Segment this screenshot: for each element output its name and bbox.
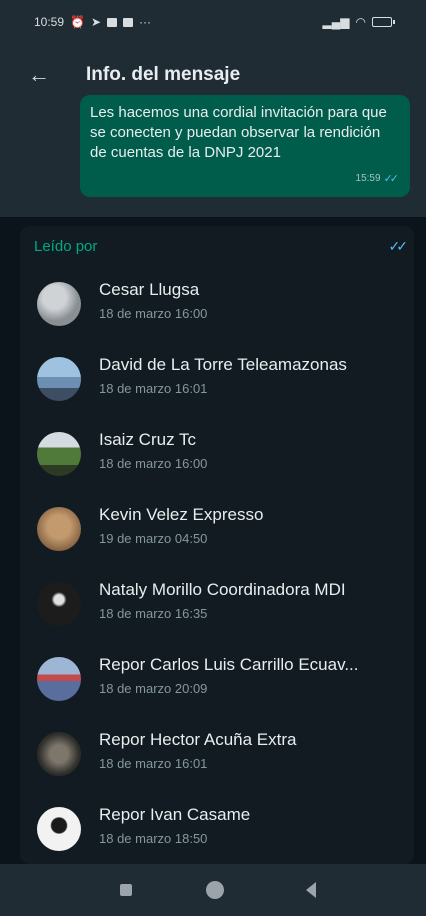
app-header: ← Info. del mensaje Les hacemos una cord… [0,44,426,217]
avatar [37,357,81,401]
message-bubble[interactable]: Les hacemos una cordial invitación para … [80,95,410,197]
battery-icon [372,17,395,27]
contact-name: Repor Carlos Luis Carrillo Ecuav... [99,655,359,674]
wifi-icon: ◠ [355,15,366,29]
contact-name: Isaiz Cruz Tc [99,430,196,449]
contact-name: David de La Torre Teleamazonas [99,355,347,374]
read-timestamp: 18 de marzo 16:35 [99,606,208,621]
contact-row[interactable]: Kevin Velez Expresso 19 de marzo 04:50 [20,491,414,565]
contact-row[interactable]: David de La Torre Teleamazonas 18 de mar… [20,341,414,415]
more-notifications-icon: ··· [139,15,152,29]
read-timestamp: 18 de marzo 16:01 [99,756,208,771]
read-timestamp: 19 de marzo 04:50 [99,531,208,546]
double-check-icon: ✓✓ [383,173,400,185]
avatar [37,282,81,326]
contact-row[interactable]: Repor Ivan Casame 18 de marzo 18:50 [20,791,414,865]
read-double-check-icon: ✓✓ [388,238,409,254]
status-time: 10:59 [34,15,65,29]
avatar [37,732,81,776]
avatar [37,807,81,851]
read-by-section: Leído por ✓✓ Cesar Llugsa 18 de marzo 16… [20,226,414,864]
contact-row[interactable]: Repor Carlos Luis Carrillo Ecuav... 18 d… [20,641,414,715]
contact-name: Repor Hector Acuña Extra [99,730,297,749]
navigation-icon: ➤ [90,15,102,29]
contact-name: Kevin Velez Expresso [99,505,264,524]
read-timestamp: 18 de marzo 18:50 [99,831,208,846]
avatar [37,507,81,551]
contact-name: Nataly Morillo Coordinadora MDI [99,580,346,599]
status-left: 10:59 ⏰ ➤ ··· [34,15,151,29]
alarm-icon: ⏰ [70,15,85,29]
read-timestamp: 18 de marzo 16:01 [99,381,208,396]
status-right: ▂▄▆ ◠ [322,15,395,29]
back-arrow-icon[interactable]: ← [28,62,50,88]
contact-name: Repor Ivan Casame [99,805,251,824]
read-by-label: Leído por [34,238,98,255]
read-timestamp: 18 de marzo 16:00 [99,306,208,321]
home-button[interactable] [206,881,224,899]
avatar [37,582,81,626]
message-meta: 15:59 ✓✓ [355,169,400,189]
avatar [37,657,81,701]
back-button[interactable] [306,882,316,898]
message-time: 15:59 [355,173,381,184]
page-title: Info. del mensaje [86,64,241,85]
signal-icon: ▂▄▆ [322,15,350,29]
contact-row[interactable]: Repor Hector Acuña Extra 18 de marzo 16:… [20,716,414,790]
notification-icon-2 [123,17,134,27]
contact-row[interactable]: Nataly Morillo Coordinadora MDI 18 de ma… [20,566,414,640]
system-nav-bar [0,864,426,916]
recents-button[interactable] [120,884,132,896]
notification-icon [107,17,118,27]
message-text: Les hacemos una cordial invitación para … [90,104,387,161]
contact-row[interactable]: Cesar Llugsa 18 de marzo 16:00 [20,266,414,340]
read-timestamp: 18 de marzo 20:09 [99,681,208,696]
contact-row[interactable]: Isaiz Cruz Tc 18 de marzo 16:00 [20,416,414,490]
avatar [37,432,81,476]
read-timestamp: 18 de marzo 16:00 [99,456,208,471]
status-bar: 10:59 ⏰ ➤ ··· ▂▄▆ ◠ [0,0,426,44]
contact-name: Cesar Llugsa [99,280,200,299]
